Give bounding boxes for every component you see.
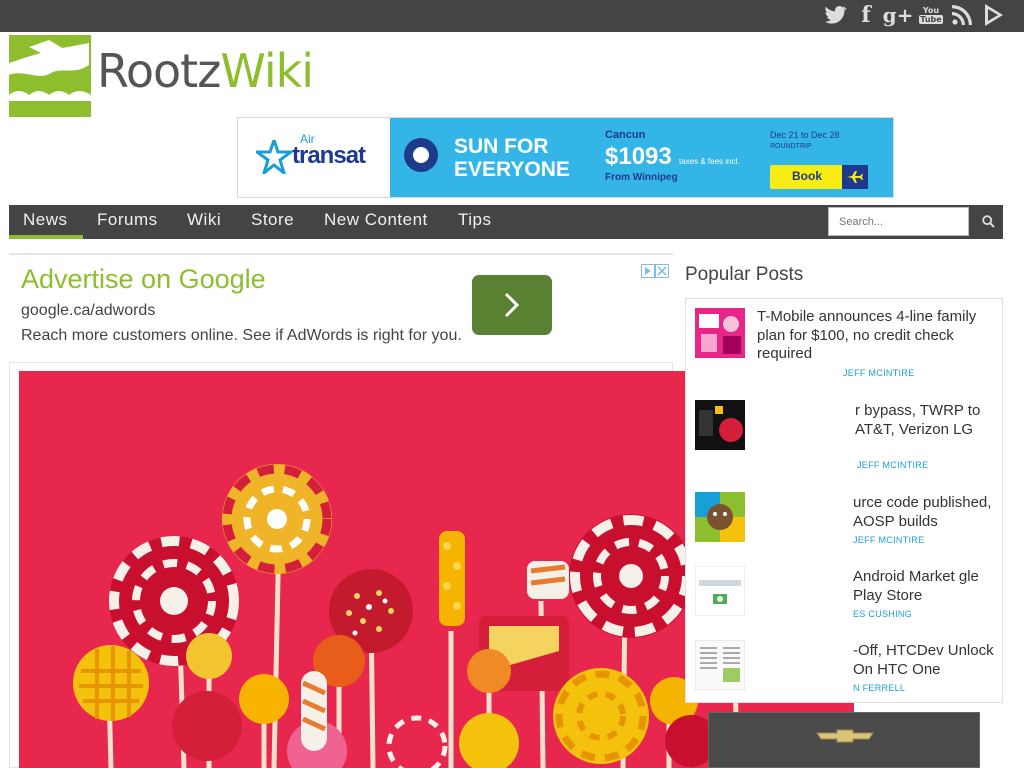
post-title[interactable]: urce code published, AOSP builds: [853, 494, 995, 531]
post-thumbnail[interactable]: [695, 400, 745, 450]
nav-wiki[interactable]: Wiki: [187, 205, 221, 239]
popular-post[interactable]: -Off, HTCDev Unlock On HTC One N FERRELL: [695, 640, 995, 720]
search-button[interactable]: [975, 207, 1001, 236]
brand-transat: transat: [292, 142, 366, 169]
rss-icon[interactable]: [950, 4, 974, 26]
banner-dates: Dec 21 to Dec 28: [770, 130, 840, 140]
nav-news[interactable]: News: [9, 205, 83, 239]
popular-post[interactable]: urce code published, AOSP builds JEFF MC…: [695, 492, 995, 572]
logo-text-wiki: Wiki: [220, 44, 314, 98]
banner-headline-2: EVERYONE: [454, 158, 570, 181]
nav-tips[interactable]: Tips: [458, 205, 492, 239]
banner-headline-1: SUN FOR: [454, 135, 549, 158]
nav-forums[interactable]: Forums: [97, 205, 158, 239]
post-title[interactable]: Android Market gle Play Store: [853, 568, 995, 605]
google-plus-icon[interactable]: g+: [883, 3, 914, 27]
site-logo[interactable]: RootzWiki: [9, 35, 339, 117]
star-logo-icon: [256, 140, 292, 174]
post-author[interactable]: JEFF MCINTIRE: [857, 460, 928, 470]
facebook-icon[interactable]: f: [856, 2, 876, 28]
banner-price: $1093: [605, 143, 672, 170]
logo-mark: [9, 35, 91, 117]
banner-trip-type: ROUNDTRIP: [770, 143, 812, 150]
banner-origin: From Winnipeg: [605, 172, 678, 183]
post-thumbnail[interactable]: [695, 566, 745, 616]
post-author[interactable]: N FERRELL: [853, 683, 905, 693]
youtube-text-top: You: [922, 6, 940, 15]
logo-wordmark: RootzWiki: [97, 41, 314, 101]
post-thumbnail[interactable]: [695, 640, 745, 690]
banner-price-note: taxes & fees incl.: [679, 157, 740, 166]
airtransat-brand: Air transat: [238, 118, 390, 197]
search-icon: [981, 215, 995, 228]
google-ad[interactable]: Advertise on Google google.ca/adwords Re…: [9, 253, 673, 361]
search-input[interactable]: [828, 207, 969, 236]
sun-icon: [404, 138, 438, 172]
nav-store[interactable]: Store: [251, 205, 294, 239]
youtube-icon[interactable]: You Tube: [919, 4, 943, 26]
ad-url[interactable]: google.ca/adwords: [21, 302, 155, 320]
banner-offer: SUN FOR EVERYONE Cancun $1093 taxes & fe…: [390, 118, 893, 197]
post-title[interactable]: T-Mobile announces 4-line family plan fo…: [757, 308, 993, 364]
post-author[interactable]: JEFF MCINTIRE: [853, 535, 924, 545]
chevron-right-icon: [504, 292, 520, 318]
post-thumbnail[interactable]: [695, 308, 745, 358]
post-thumbnail[interactable]: [695, 492, 745, 542]
floating-video-ad[interactable]: [708, 712, 980, 768]
popular-post[interactable]: T-Mobile announces 4-line family plan fo…: [695, 308, 995, 388]
play-store-icon[interactable]: [982, 4, 1006, 26]
plane-icon: [842, 165, 868, 189]
post-title[interactable]: -Off, HTCDev Unlock On HTC One: [853, 642, 995, 679]
main-nav: News Forums Wiki Store New Content Tips: [9, 205, 1003, 239]
nav-new-content[interactable]: New Content: [324, 205, 428, 239]
ad-arrow-button[interactable]: [472, 275, 552, 335]
book-button[interactable]: Book: [770, 165, 868, 189]
post-title[interactable]: r bypass, TWRP to AT&T, Verizon LG: [855, 402, 995, 439]
banner-destination: Cancun: [605, 129, 646, 141]
post-author[interactable]: ES CUSHING: [853, 609, 912, 619]
post-author[interactable]: JEFF MCINTIRE: [843, 368, 914, 378]
book-button-label: Book: [792, 169, 822, 183]
banner-ad[interactable]: Air transat SUN FOR EVERYONE Cancun $109…: [237, 117, 894, 198]
adchoices-icon[interactable]: [641, 264, 669, 278]
bowtie-logo-icon: [816, 729, 874, 743]
ad-title[interactable]: Advertise on Google: [21, 264, 266, 295]
youtube-text-bottom: Tube: [919, 15, 943, 24]
twitter-icon[interactable]: [824, 4, 848, 26]
logo-text-rootz: Rootz: [97, 44, 221, 98]
social-bar: f g+ You Tube: [0, 0, 1024, 32]
popular-post[interactable]: r bypass, TWRP to AT&T, Verizon LG JEFF …: [695, 400, 995, 480]
popular-posts-title: Popular Posts: [685, 264, 804, 285]
popular-post[interactable]: Android Market gle Play Store ES CUSHING: [695, 566, 995, 646]
ad-description: Reach more customers online. See if AdWo…: [21, 327, 462, 344]
